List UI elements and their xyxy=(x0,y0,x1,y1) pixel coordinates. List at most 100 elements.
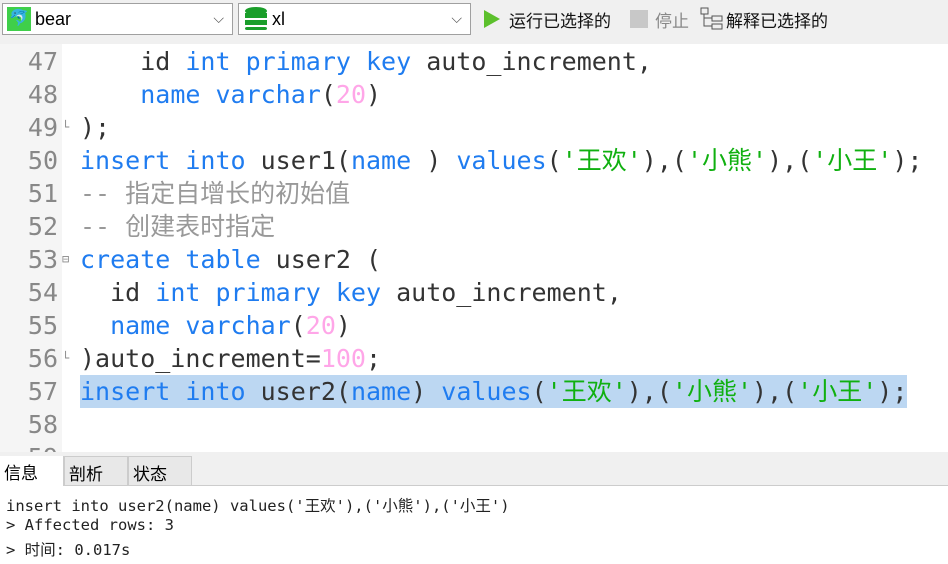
tab-status[interactable]: 状态 xyxy=(128,456,192,486)
code-token: 20 xyxy=(335,80,367,109)
code-line[interactable]: 54 id int primary key auto_increment, xyxy=(0,276,948,309)
code-token: name xyxy=(350,146,412,175)
toolbar: 🐬 bear ⌵ xl ⌵ 运行已选择的 停止 解释已选择的 xyxy=(0,0,948,44)
code-line[interactable]: 56 └)auto_increment=100; xyxy=(0,342,948,375)
code-token: ); xyxy=(877,377,908,406)
run-selected-label: 运行已选择的 xyxy=(509,11,611,31)
code-token: int primary key xyxy=(185,47,412,76)
result-panel: 信息 剖析 状态 insert into user2(name) values(… xyxy=(0,452,948,564)
code-token: -- 创建表时指定 xyxy=(80,212,276,241)
line-number: 56 xyxy=(27,344,58,373)
code-line[interactable]: 57 insert into user2(name) values('王欢'),(… xyxy=(0,375,948,408)
code-token: ) xyxy=(411,377,442,406)
fold-end-marker: └ xyxy=(62,120,70,134)
run-selected-button[interactable]: 运行已选择的 xyxy=(484,6,611,32)
code-token: ) xyxy=(335,311,351,340)
code-token: auto_increment, xyxy=(381,278,622,307)
code-line[interactable]: 59 xyxy=(0,441,948,452)
play-icon xyxy=(484,10,500,28)
code-token: id xyxy=(80,47,186,76)
code-token: values xyxy=(441,377,532,406)
code-token: 100 xyxy=(320,344,366,373)
code-token: '王欢' xyxy=(561,146,642,175)
code-line[interactable]: 50 insert into user1(name ) values('王欢'),… xyxy=(0,144,948,177)
line-number: 53 xyxy=(27,245,58,274)
line-number: 58 xyxy=(27,410,58,439)
code-token: )auto_increment= xyxy=(80,344,321,373)
code-token: values xyxy=(456,146,547,175)
code-token: name varchar xyxy=(140,80,321,109)
stop-button[interactable]: 停止 xyxy=(630,6,689,32)
line-number: 57 xyxy=(27,377,58,406)
fold-collapse-icon[interactable]: ⊟ xyxy=(62,243,69,276)
code-token: '小王' xyxy=(812,146,893,175)
code-text: id int primary key auto_increment, xyxy=(80,276,622,309)
code-token: create table xyxy=(80,245,261,274)
code-token: ),( xyxy=(752,377,798,406)
code-text: -- 创建表时指定 xyxy=(80,210,275,243)
code-line[interactable]: 55 name varchar(20) xyxy=(0,309,948,342)
code-line[interactable]: 47 id int primary key auto_increment, xyxy=(0,45,948,78)
code-token: ); xyxy=(80,113,111,142)
explain-selected-button[interactable]: 解释已选择的 xyxy=(700,6,828,32)
code-token: '小王' xyxy=(797,377,878,406)
code-line[interactable]: 53 ⊟ create table user2 ( xyxy=(0,243,948,276)
code-token: '王欢' xyxy=(546,377,627,406)
code-token: ; xyxy=(365,344,382,373)
code-text: create table user2 ( xyxy=(80,243,381,276)
line-number: 59 xyxy=(0,441,58,452)
code-line[interactable]: 51 -- 指定自增长的初始值 xyxy=(0,177,948,210)
stop-label: 停止 xyxy=(655,11,689,31)
code-token: auto_increment, xyxy=(411,47,652,76)
code-text: name varchar(20) xyxy=(80,78,381,111)
code-line[interactable]: 48 name varchar(20) xyxy=(0,78,948,111)
code-line[interactable]: 58 xyxy=(0,408,948,441)
code-line[interactable]: 52 -- 创建表时指定 xyxy=(0,210,948,243)
chevron-down-icon: ⌵ xyxy=(451,10,462,26)
code-token: insert into xyxy=(80,146,246,175)
code-text: )auto_increment=100; xyxy=(80,342,381,375)
database-icon xyxy=(245,7,267,30)
code-text: insert into user1(name ) values('王欢'),('… xyxy=(80,144,922,177)
code-token: ); xyxy=(892,146,923,175)
output-time: > 时间: 0.017s xyxy=(6,541,131,559)
tab-info[interactable]: 信息 xyxy=(0,456,64,486)
output-query: insert into user2(name) values('王欢'),('小… xyxy=(6,497,510,515)
code-text: -- 指定自增长的初始值 xyxy=(80,177,350,210)
explain-selected-label: 解释已选择的 xyxy=(726,11,828,31)
code-token: '小熊' xyxy=(686,146,768,175)
code-token: user2 ( xyxy=(260,245,382,274)
line-number: 51 xyxy=(27,179,58,208)
tab-profile[interactable]: 剖析 xyxy=(64,456,128,486)
line-number: 48 xyxy=(27,80,58,109)
code-token: ( xyxy=(531,377,547,406)
code-token: name varchar xyxy=(110,311,291,340)
code-token: ( xyxy=(290,311,306,340)
code-line[interactable]: 49 └); xyxy=(0,111,948,144)
line-number: 54 xyxy=(27,278,58,307)
code-token: int primary key xyxy=(155,278,382,307)
code-text: name varchar(20) xyxy=(80,309,351,342)
stop-icon xyxy=(630,10,648,28)
connection-label: bear xyxy=(35,8,72,29)
code-text: id int primary key auto_increment, xyxy=(80,45,652,78)
connection-select[interactable]: 🐬 bear ⌵ xyxy=(2,3,233,35)
code-text: ); xyxy=(80,111,110,144)
code-token: ) xyxy=(411,146,457,175)
sql-editor[interactable]: 47 id int primary key auto_increment, 48 … xyxy=(0,44,948,452)
line-number: 47 xyxy=(27,47,58,76)
line-number: 49 xyxy=(27,113,58,142)
output-affected-rows: > Affected rows: 3 xyxy=(6,516,174,534)
chevron-down-icon: ⌵ xyxy=(213,10,224,26)
line-number: 55 xyxy=(27,311,58,340)
result-tabs: 信息 剖析 状态 xyxy=(0,452,948,486)
line-number: 50 xyxy=(27,146,58,175)
code-token: user2( xyxy=(245,377,351,406)
code-token: ),( xyxy=(626,377,672,406)
database-select[interactable]: xl ⌵ xyxy=(238,3,471,35)
code-token: ( xyxy=(546,146,562,175)
code-token: ( xyxy=(320,80,336,109)
line-number: 52 xyxy=(27,212,58,241)
